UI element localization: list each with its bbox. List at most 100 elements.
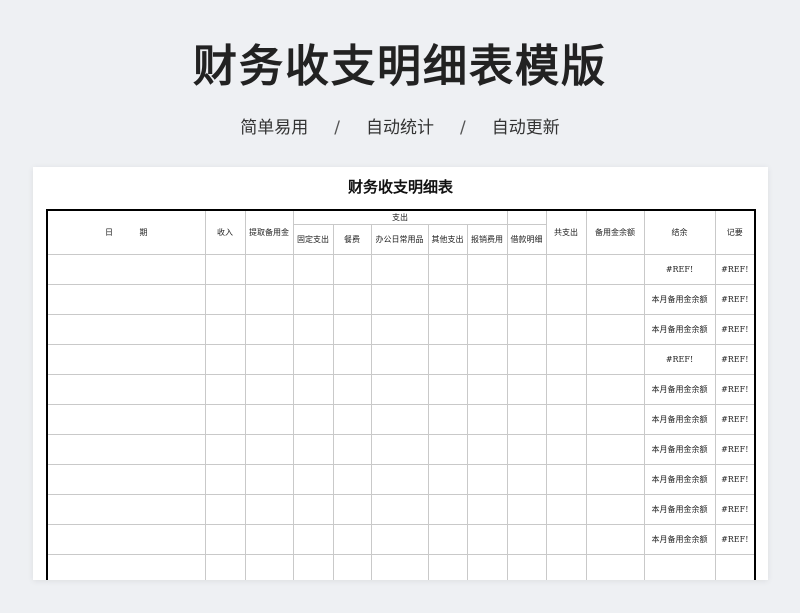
table-cell[interactable] xyxy=(292,404,334,435)
table-cell[interactable] xyxy=(292,374,334,405)
table-cell[interactable] xyxy=(427,494,468,525)
table-cell[interactable] xyxy=(585,314,645,345)
table-cell[interactable] xyxy=(585,524,645,555)
table-cell[interactable] xyxy=(466,374,508,405)
table-cell[interactable] xyxy=(292,464,334,495)
notes-cell[interactable]: #REF! xyxy=(714,284,756,315)
table-cell[interactable] xyxy=(332,494,372,525)
table-cell[interactable] xyxy=(244,314,294,345)
table-cell[interactable] xyxy=(466,554,508,580)
table-cell[interactable] xyxy=(370,494,429,525)
table-cell[interactable] xyxy=(46,374,206,405)
table-cell[interactable] xyxy=(427,464,468,495)
notes-cell[interactable]: #REF! xyxy=(714,464,756,495)
table-cell[interactable] xyxy=(427,284,468,315)
table-cell[interactable] xyxy=(244,464,294,495)
table-cell[interactable] xyxy=(332,314,372,345)
table-cell[interactable] xyxy=(46,254,206,285)
balance-cell[interactable]: 本月备用金余额 xyxy=(643,464,716,495)
table-cell[interactable] xyxy=(46,524,206,555)
table-cell[interactable] xyxy=(506,254,547,285)
table-cell[interactable] xyxy=(332,404,372,435)
table-cell[interactable] xyxy=(585,344,645,375)
table-cell[interactable] xyxy=(204,344,246,375)
table-cell[interactable] xyxy=(244,554,294,580)
table-cell[interactable] xyxy=(244,284,294,315)
table-cell[interactable] xyxy=(466,284,508,315)
table-cell[interactable] xyxy=(370,314,429,345)
table-cell[interactable] xyxy=(427,254,468,285)
table-cell[interactable] xyxy=(332,554,372,580)
table-cell[interactable] xyxy=(585,254,645,285)
table-cell[interactable] xyxy=(204,524,246,555)
table-cell[interactable] xyxy=(585,284,645,315)
table-cell[interactable] xyxy=(292,314,334,345)
table-cell[interactable] xyxy=(292,524,334,555)
table-cell[interactable] xyxy=(46,494,206,525)
table-cell[interactable] xyxy=(204,494,246,525)
notes-cell[interactable]: #REF! xyxy=(714,254,756,285)
table-cell[interactable] xyxy=(466,464,508,495)
table-cell[interactable] xyxy=(506,494,547,525)
table-cell[interactable] xyxy=(332,524,372,555)
table-cell[interactable] xyxy=(204,464,246,495)
table-cell[interactable] xyxy=(332,374,372,405)
table-cell[interactable] xyxy=(244,494,294,525)
table-cell[interactable] xyxy=(545,554,587,580)
table-cell[interactable] xyxy=(370,464,429,495)
table-cell[interactable] xyxy=(427,374,468,405)
table-cell[interactable] xyxy=(292,434,334,465)
table-cell[interactable] xyxy=(46,434,206,465)
table-cell[interactable] xyxy=(370,254,429,285)
table-cell[interactable] xyxy=(204,434,246,465)
balance-cell[interactable]: 本月备用金余额 xyxy=(643,434,716,465)
balance-cell[interactable] xyxy=(643,554,716,580)
table-cell[interactable] xyxy=(427,434,468,465)
table-cell[interactable] xyxy=(244,404,294,435)
balance-cell[interactable]: 本月备用金余额 xyxy=(643,524,716,555)
table-cell[interactable] xyxy=(332,344,372,375)
balance-cell[interactable]: 本月备用金余额 xyxy=(643,494,716,525)
table-cell[interactable] xyxy=(370,284,429,315)
table-cell[interactable] xyxy=(427,524,468,555)
table-cell[interactable] xyxy=(204,554,246,580)
table-cell[interactable] xyxy=(292,254,334,285)
table-cell[interactable] xyxy=(244,344,294,375)
notes-cell[interactable]: #REF! xyxy=(714,524,756,555)
table-cell[interactable] xyxy=(545,254,587,285)
table-cell[interactable] xyxy=(506,434,547,465)
notes-cell[interactable]: #REF! xyxy=(714,314,756,345)
table-cell[interactable] xyxy=(466,314,508,345)
notes-cell[interactable] xyxy=(714,554,756,580)
table-cell[interactable] xyxy=(506,344,547,375)
table-cell[interactable] xyxy=(585,404,645,435)
table-cell[interactable] xyxy=(204,254,246,285)
table-cell[interactable] xyxy=(506,374,547,405)
table-cell[interactable] xyxy=(466,494,508,525)
table-cell[interactable] xyxy=(585,554,645,580)
table-cell[interactable] xyxy=(46,464,206,495)
table-cell[interactable] xyxy=(332,434,372,465)
table-cell[interactable] xyxy=(332,284,372,315)
table-cell[interactable] xyxy=(506,404,547,435)
table-cell[interactable] xyxy=(244,374,294,405)
notes-cell[interactable]: #REF! xyxy=(714,434,756,465)
notes-cell[interactable]: #REF! xyxy=(714,494,756,525)
table-cell[interactable] xyxy=(46,284,206,315)
table-cell[interactable] xyxy=(466,254,508,285)
table-cell[interactable] xyxy=(506,284,547,315)
table-cell[interactable] xyxy=(545,284,587,315)
table-cell[interactable] xyxy=(466,524,508,555)
balance-cell[interactable]: #REF! xyxy=(643,254,716,285)
table-cell[interactable] xyxy=(292,344,334,375)
table-cell[interactable] xyxy=(545,404,587,435)
table-cell[interactable] xyxy=(585,464,645,495)
table-cell[interactable] xyxy=(370,524,429,555)
table-cell[interactable] xyxy=(46,404,206,435)
balance-cell[interactable]: 本月备用金余额 xyxy=(643,374,716,405)
balance-cell[interactable]: 本月备用金余额 xyxy=(643,404,716,435)
table-cell[interactable] xyxy=(545,344,587,375)
table-cell[interactable] xyxy=(585,434,645,465)
table-cell[interactable] xyxy=(585,494,645,525)
table-cell[interactable] xyxy=(466,344,508,375)
